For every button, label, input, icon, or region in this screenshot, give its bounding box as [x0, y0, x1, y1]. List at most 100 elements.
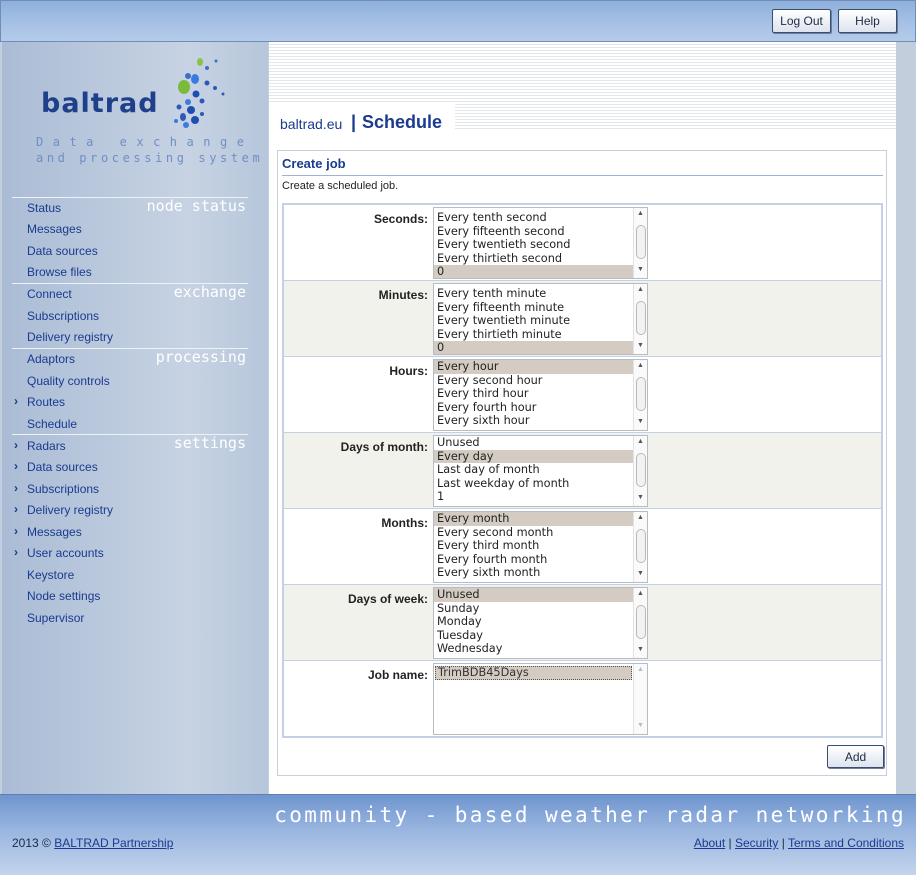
listbox-option[interactable]: 0 [434, 341, 633, 354]
listbox-option[interactable]: Every twentieth minute [434, 314, 633, 328]
sidebar-item-routes[interactable]: Routes [27, 395, 65, 409]
security-link[interactable]: Security [735, 836, 778, 850]
months-listbox[interactable]: Every month Every second month Every third… [433, 511, 648, 583]
sidebar-item-data-sources[interactable]: Data sources [27, 244, 98, 258]
sidebar-item-settings-subscriptions[interactable]: Subscriptions [27, 482, 99, 496]
scroll-thumb[interactable] [636, 529, 646, 563]
listbox-option[interactable]: Every third month [434, 539, 633, 553]
listbox-option[interactable]: Every fourth hour [434, 401, 633, 415]
scroll-down-icon[interactable]: ▼ [637, 266, 644, 273]
listbox-option[interactable]: Sunday [434, 602, 633, 616]
breadcrumb-site[interactable]: baltrad.eu [280, 116, 342, 132]
listbox-option[interactable]: Every fifteenth minute [434, 301, 633, 315]
listbox-option[interactable]: Wednesday [434, 642, 633, 656]
chevron-right-icon[interactable]: › [14, 481, 18, 495]
scroll-thumb[interactable] [636, 377, 646, 411]
scroll-thumb[interactable] [636, 225, 646, 259]
sidebar-item-delivery-registry[interactable]: Delivery registry [27, 330, 113, 344]
sidebar-item-quality-controls[interactable]: Quality controls [27, 374, 110, 388]
seconds-scrollbar[interactable]: ▲ ▼ [633, 208, 647, 278]
days-of-week-scrollbar[interactable]: ▲ ▼ [633, 588, 647, 658]
scroll-thumb[interactable] [636, 453, 646, 487]
listbox-option[interactable]: Every third hour [434, 387, 633, 401]
scroll-thumb[interactable] [636, 301, 646, 335]
about-link[interactable]: About [694, 836, 725, 850]
listbox-option[interactable]: Every hour [434, 360, 633, 374]
chevron-right-icon[interactable]: › [14, 438, 18, 452]
scroll-up-icon[interactable]: ▲ [637, 438, 644, 445]
listbox-option[interactable]: Tuesday [434, 629, 633, 643]
months-scrollbar[interactable]: ▲ ▼ [633, 512, 647, 582]
listbox-option[interactable]: Every day [434, 449, 633, 463]
scroll-down-icon[interactable]: ▼ [637, 570, 644, 577]
chevron-right-icon[interactable]: › [14, 502, 18, 516]
scroll-down-icon[interactable]: ▼ [637, 722, 644, 729]
listbox-option[interactable]: Every second hour [434, 374, 633, 388]
sidebar-item-keystore[interactable]: Keystore [27, 568, 74, 582]
scroll-down-icon[interactable]: ▼ [637, 418, 644, 425]
listbox-option[interactable]: Last weekday of month [434, 477, 633, 491]
listbox-option[interactable]: 1 [434, 490, 633, 504]
listbox-option[interactable]: Unused [434, 436, 633, 450]
listbox-option[interactable]: Every sixth month [434, 566, 633, 580]
add-button[interactable]: Add [827, 745, 884, 768]
listbox-option[interactable]: 0 [434, 265, 633, 278]
days-of-month-scrollbar[interactable]: ▲ ▼ [633, 436, 647, 506]
listbox-option[interactable]: Every thirtieth minute [434, 328, 633, 342]
days-of-month-listbox[interactable]: Unused Every day Last day of month Last wee… [433, 435, 648, 507]
scroll-up-icon[interactable]: ▲ [637, 362, 644, 369]
listbox-option[interactable]: Every second month [434, 526, 633, 540]
chevron-right-icon[interactable]: › [14, 459, 18, 473]
sidebar-item-radars[interactable]: Radars [27, 439, 66, 453]
sidebar-item-supervisor[interactable]: Supervisor [27, 611, 84, 625]
minutes-listbox[interactable]: Every tenth minute Every fifteenth minute… [433, 283, 648, 355]
listbox-option[interactable]: Last day of month [434, 463, 633, 477]
listbox-option[interactable]: Every twentieth second [434, 238, 633, 252]
sidebar-item-status[interactable]: Status [27, 201, 61, 215]
listbox-option[interactable]: Every fifteenth second [434, 225, 633, 239]
scroll-down-icon[interactable]: ▼ [637, 646, 644, 653]
sidebar-item-schedule[interactable]: Schedule [27, 417, 77, 431]
listbox-option[interactable]: Every tenth minute [434, 287, 633, 301]
sidebar-item-settings-data-sources[interactable]: Data sources [27, 460, 98, 474]
scroll-thumb[interactable] [636, 605, 646, 639]
scroll-up-icon[interactable]: ▲ [637, 666, 644, 673]
listbox-option[interactable]: Every month [434, 512, 633, 526]
listbox-option[interactable]: Every sixth hour [434, 414, 633, 428]
listbox-option[interactable]: Monday [434, 615, 633, 629]
partnership-link[interactable]: BALTRAD Partnership [54, 836, 173, 850]
scroll-down-icon[interactable]: ▼ [637, 494, 644, 501]
scroll-down-icon[interactable]: ▼ [637, 342, 644, 349]
sidebar-item-browse-files[interactable]: Browse files [27, 265, 92, 279]
job-name-textarea[interactable]: TrimBDB45Days ▲ ▼ [433, 663, 648, 735]
terms-link[interactable]: Terms and Conditions [788, 836, 904, 850]
logout-button[interactable]: Log Out [772, 9, 831, 33]
days-of-week-listbox[interactable]: Unused Sunday Monday Tuesday Wednesday ▲ ▼ [433, 587, 648, 659]
hours-listbox[interactable]: Every hour Every second hour Every third h… [433, 359, 648, 431]
seconds-listbox[interactable]: Every tenth second Every fifteenth second… [433, 207, 648, 279]
sidebar-item-settings-delivery-registry[interactable]: Delivery registry [27, 503, 113, 517]
scroll-up-icon[interactable]: ▲ [637, 210, 644, 217]
sidebar-item-messages[interactable]: Messages [27, 222, 82, 236]
scroll-up-icon[interactable]: ▲ [637, 590, 644, 597]
chevron-right-icon[interactable]: › [14, 524, 18, 538]
job-name-value[interactable]: TrimBDB45Days [435, 666, 632, 680]
chevron-right-icon[interactable]: › [14, 545, 18, 559]
job-name-scrollbar[interactable]: ▲ ▼ [633, 664, 647, 734]
sidebar-item-adaptors[interactable]: Adaptors [27, 352, 75, 366]
hours-scrollbar[interactable]: ▲ ▼ [633, 360, 647, 430]
chevron-right-icon[interactable]: › [14, 394, 18, 408]
listbox-option[interactable]: Every tenth second [434, 211, 633, 225]
listbox-option[interactable]: Every fourth month [434, 553, 633, 567]
sidebar-item-node-settings[interactable]: Node settings [27, 589, 100, 603]
help-button[interactable]: Help [838, 9, 897, 33]
sidebar-item-connect[interactable]: Connect [27, 287, 72, 301]
sidebar-item-user-accounts[interactable]: User accounts [27, 546, 104, 560]
minutes-scrollbar[interactable]: ▲ ▼ [633, 284, 647, 354]
sidebar-item-subscriptions[interactable]: Subscriptions [27, 309, 99, 323]
listbox-option[interactable]: Unused [434, 588, 633, 602]
listbox-option[interactable]: Every thirtieth second [434, 252, 633, 266]
sidebar-item-settings-messages[interactable]: Messages [27, 525, 82, 539]
scroll-up-icon[interactable]: ▲ [637, 514, 644, 521]
scroll-up-icon[interactable]: ▲ [637, 286, 644, 293]
